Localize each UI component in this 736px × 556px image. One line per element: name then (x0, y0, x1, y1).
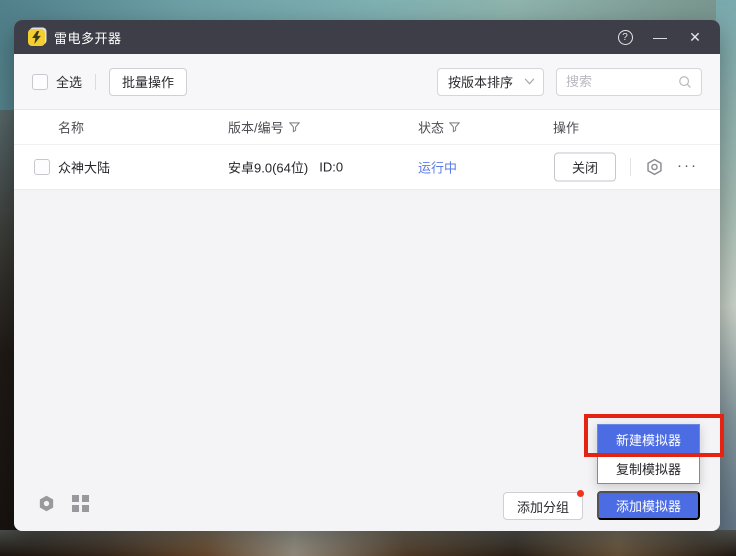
header-version: 版本/编号 (228, 118, 300, 137)
minimize-button[interactable]: — (649, 26, 671, 48)
add-emulator-button[interactable]: 添加模拟器 (597, 491, 700, 520)
close-button[interactable]: ✕ (684, 26, 706, 48)
more-options-icon[interactable]: ··· (677, 157, 698, 174)
instance-settings-icon[interactable] (645, 158, 664, 177)
add-group-button[interactable]: 添加分组 (503, 492, 583, 520)
app-logo-icon (28, 29, 45, 46)
instance-name: 众神大陆 (58, 158, 110, 177)
instance-version: 安卓9.0(64位) ID:0 (228, 158, 343, 177)
header-status: 状态 (418, 118, 460, 137)
grid-view-icon[interactable] (72, 495, 89, 512)
select-all-label: 全选 (56, 72, 82, 91)
help-button[interactable]: ? (614, 26, 636, 48)
minimize-icon: — (653, 29, 667, 45)
search-input[interactable] (566, 74, 678, 89)
chevron-down-icon (524, 78, 535, 85)
sort-dropdown-value: 按版本排序 (448, 72, 524, 91)
select-all-checkbox[interactable] (32, 74, 48, 90)
menu-item-copy-emulator[interactable]: 复制模拟器 (598, 454, 699, 483)
table-row[interactable]: 众神大陆 安卓9.0(64位) ID:0 运行中 关闭 ··· (14, 145, 720, 190)
table-header: 名称 版本/编号 状态 操作 (14, 110, 720, 145)
settings-gear-icon[interactable] (37, 494, 56, 513)
filter-icon[interactable] (449, 122, 460, 133)
app-window: 雷电多开器 ? — ✕ 全选 批量操作 按版本排序 (14, 20, 720, 531)
toolbar: 全选 批量操作 按版本排序 (14, 54, 720, 110)
add-emulator-context-menu: 新建模拟器 复制模拟器 (597, 424, 700, 484)
notification-dot (577, 490, 584, 497)
status-badge: 运行中 (418, 158, 457, 177)
header-operation: 操作 (553, 118, 579, 137)
batch-operations-button[interactable]: 批量操作 (109, 68, 187, 96)
search-box (556, 68, 702, 96)
titlebar: 雷电多开器 ? — ✕ (14, 20, 720, 54)
header-name: 名称 (58, 118, 84, 137)
toolbar-divider (95, 74, 96, 90)
wallpaper-mountain (0, 530, 736, 556)
close-icon: ✕ (689, 29, 701, 46)
row-divider (630, 158, 631, 176)
search-icon[interactable] (678, 75, 692, 89)
app-title: 雷电多开器 (54, 28, 122, 47)
menu-item-new-emulator[interactable]: 新建模拟器 (598, 425, 699, 454)
filter-icon[interactable] (289, 122, 300, 133)
row-checkbox[interactable] (34, 159, 50, 175)
instance-id: ID:0 (319, 160, 343, 175)
close-instance-button[interactable]: 关闭 (554, 153, 616, 182)
help-icon: ? (618, 30, 633, 45)
sort-dropdown[interactable]: 按版本排序 (437, 68, 544, 96)
